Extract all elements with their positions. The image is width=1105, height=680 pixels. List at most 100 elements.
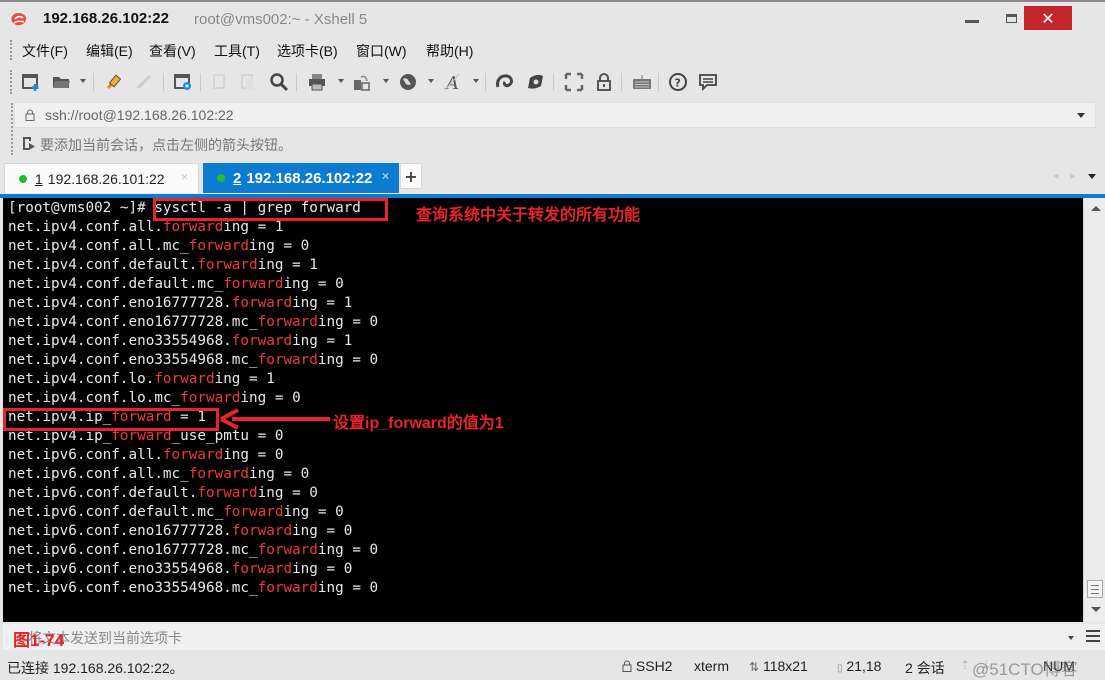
toolbar-separator: [163, 73, 164, 91]
maximize-button[interactable]: [997, 6, 1025, 30]
copy-button[interactable]: [208, 71, 230, 93]
menubar-grip[interactable]: [10, 40, 12, 60]
tab-number: 1: [35, 170, 43, 187]
tab-label: 192.168.26.102:22: [246, 169, 373, 187]
title-bar: 192.168.26.102:22 root@vms002:~ - Xshell…: [0, 0, 1105, 36]
session-tab-2[interactable]: 2 192.168.26.102:22 ×: [203, 163, 399, 193]
compose-menu-icon[interactable]: [1086, 629, 1100, 643]
figure-label: 图1-74: [13, 631, 65, 650]
watermark: @51CTO博客: [972, 660, 1078, 679]
tab-number: 2: [233, 169, 242, 187]
font-icon: A: [444, 73, 460, 92]
minimize-icon: [965, 19, 979, 23]
help-button[interactable]: ?: [667, 71, 689, 93]
annotation-arrow-icon: [220, 408, 330, 430]
address-input[interactable]: ssh://root@192.168.26.102:22: [45, 107, 234, 123]
grep-match: forward: [231, 561, 293, 577]
scroll-down-icon[interactable]: [1091, 607, 1101, 612]
grep-match: forward: [231, 333, 293, 349]
address-bar[interactable]: ssh://root@192.168.26.102:22: [11, 102, 1096, 155]
compose-dropdown-icon[interactable]: [1068, 636, 1074, 640]
line-text: net.ipv6.conf.default.mc_: [8, 504, 224, 520]
line-text: ing = 1: [257, 257, 318, 273]
line-text: ing = 0: [240, 390, 301, 406]
close-button[interactable]: ✕: [1024, 6, 1072, 30]
grep-match: forward: [154, 371, 215, 387]
font-button[interactable]: A: [442, 71, 464, 93]
menu-tools[interactable]: 工具(T): [214, 41, 260, 61]
properties-button[interactable]: [172, 71, 194, 93]
line-text: net.ipv4.conf.default.: [8, 257, 198, 273]
menu-help[interactable]: 帮助(H): [426, 41, 473, 61]
line-text: net.ipv6.conf.all.mc_: [8, 466, 189, 482]
scroll-thumb[interactable]: [1087, 580, 1103, 598]
disconnect-button[interactable]: [133, 71, 155, 93]
find-button[interactable]: [268, 71, 290, 93]
line-text: ing = 1: [292, 295, 353, 311]
print-button[interactable]: [306, 71, 328, 93]
scroll-up-icon[interactable]: [1091, 206, 1101, 211]
line-text: ing = 1: [214, 371, 275, 387]
line-text: ing = 1: [223, 219, 284, 235]
menu-view[interactable]: 查看(V): [149, 41, 196, 61]
connect-button[interactable]: [103, 71, 125, 93]
addressbar-grip[interactable]: [11, 103, 13, 155]
globe-button[interactable]: [397, 71, 419, 93]
ip-forward-highlight-box: [3, 408, 219, 431]
lock-icon: [622, 660, 632, 672]
terminal-scrollbar[interactable]: [1083, 198, 1105, 622]
minimize-button[interactable]: [958, 6, 986, 30]
paste-button[interactable]: [237, 71, 259, 93]
svg-text:?: ?: [675, 77, 681, 90]
font-dropdown-icon[interactable]: [473, 79, 479, 83]
add-session-arrow-icon[interactable]: [22, 136, 36, 150]
lock-icon: [597, 73, 611, 91]
open-folder-icon: [53, 77, 70, 88]
tab-close-icon[interactable]: ×: [382, 169, 389, 183]
print-dropdown-icon[interactable]: [338, 79, 344, 83]
line-text: ing = 0: [317, 352, 379, 368]
command-highlight-box: [153, 198, 388, 221]
output-line: net.ipv4.conf.lo.mc_forwarding = 0: [8, 389, 301, 408]
keyboard-button[interactable]: [631, 71, 653, 93]
line-text: net.ipv6.conf.eno16777728.mc_: [8, 542, 258, 558]
cursor-position: 21,18: [846, 658, 882, 674]
menu-edit[interactable]: 编辑(E): [86, 41, 133, 61]
paste-icon: [241, 74, 254, 89]
command-annotation: 查询系统中关于转发的所有功能: [416, 207, 641, 224]
transfer-dropdown-icon[interactable]: [383, 79, 389, 83]
output-line: net.ipv4.conf.eno16777728.mc_forwarding …: [8, 313, 378, 332]
xmanager-button[interactable]: [524, 71, 546, 93]
connected-status-icon: [19, 174, 27, 183]
new-session-button[interactable]: [20, 71, 42, 93]
compose-bar[interactable]: 将文本发送到当前选项卡 图1-74: [3, 624, 1105, 650]
open-dropdown-icon[interactable]: [80, 79, 86, 83]
xftp-button[interactable]: [494, 71, 516, 93]
chat-button[interactable]: [697, 71, 719, 93]
transfer-button[interactable]: [351, 71, 373, 93]
grep-match: forward: [223, 504, 284, 520]
menu-tabs[interactable]: 选项卡(B): [277, 41, 338, 61]
address-dropdown-icon[interactable]: [1077, 113, 1085, 118]
grep-match: forward: [197, 485, 258, 501]
transfer-icon: [354, 75, 370, 91]
session-tab-1[interactable]: 1 192.168.26.101:22 ×: [4, 163, 199, 193]
line-text: net.ipv4.conf.default.mc_: [8, 276, 224, 292]
fullscreen-button[interactable]: [563, 71, 585, 93]
connect-icon: [106, 74, 122, 90]
menu-window[interactable]: 窗口(W): [356, 41, 407, 61]
protocol-label: SSH2: [635, 658, 673, 674]
tab-close-icon[interactable]: ×: [181, 170, 188, 184]
toolbar-grip[interactable]: [10, 70, 12, 94]
find-icon: [270, 73, 289, 92]
line-text: net.ipv4.conf.all.mc_: [8, 238, 189, 254]
menu-file[interactable]: 文件(F): [22, 41, 68, 61]
tab-list-dropdown-icon[interactable]: [1088, 174, 1096, 179]
open-button[interactable]: [50, 71, 72, 93]
lock-button[interactable]: [593, 71, 615, 93]
line-text: net.ipv6.conf.eno16777728.: [8, 523, 232, 539]
line-text: ing = 0: [223, 447, 284, 463]
globe-dropdown-icon[interactable]: [428, 79, 434, 83]
new-tab-button[interactable]: +: [400, 163, 422, 189]
tab-scroll-arrows-icon[interactable]: ◂ ▸: [1053, 169, 1080, 182]
